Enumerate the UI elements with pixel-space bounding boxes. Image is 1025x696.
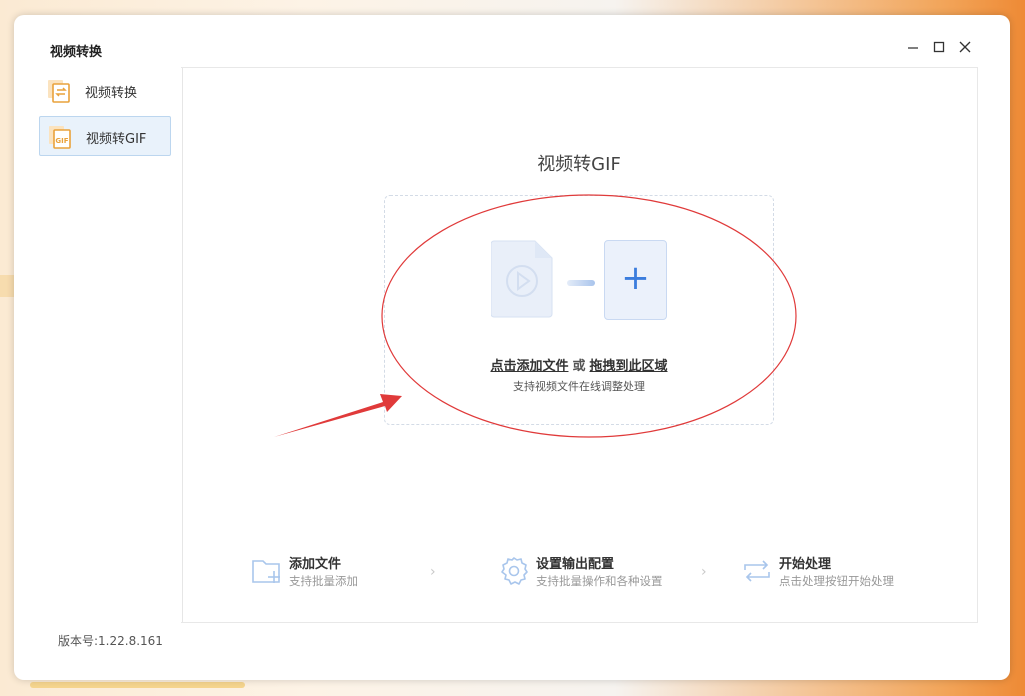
step-add-file: 添加文件 支持批量添加 <box>251 553 451 593</box>
main-panel: 视频转GIF + 点击添加文件或拖拽到此区域 支持视频文件在线调整处理 添加文件… <box>181 67 978 623</box>
title-bar: 视频转换 <box>14 15 1010 67</box>
gif-icon: GIF <box>48 125 72 149</box>
drag-here-link[interactable]: 拖拽到此区域 <box>590 359 668 374</box>
page-title: 视频转GIF <box>537 154 621 175</box>
sidebar-item-label: 视频转GIF <box>86 132 147 147</box>
background-accent <box>30 682 245 688</box>
step-title: 添加文件 <box>289 557 342 572</box>
plus-icon: + <box>621 258 650 298</box>
drop-instructions: 点击添加文件或拖拽到此区域 <box>385 355 773 374</box>
step-subtitle: 支持批量操作和各种设置 <box>536 574 663 588</box>
step-title: 开始处理 <box>779 557 832 572</box>
repeat-icon <box>741 555 773 587</box>
sidebar-item-label: 视频转换 <box>85 86 138 101</box>
file-drop-zone[interactable]: + 点击添加文件或拖拽到此区域 支持视频文件在线调整处理 <box>384 195 774 425</box>
app-window: 视频转换 视频转换 GIF 视频转GIF 视频转GIF + 点击添加文件 或 拖… <box>14 15 1010 680</box>
step-subtitle: 支持批量添加 <box>289 574 358 588</box>
sidebar: 视频转换 GIF 视频转GIF <box>32 67 183 622</box>
drop-hint: 支持视频文件在线调整处理 <box>513 380 645 393</box>
chevron-right-icon: › <box>430 564 436 580</box>
minimize-button[interactable] <box>906 40 920 54</box>
sidebar-item-video-to-gif[interactable]: GIF 视频转GIF <box>39 116 171 156</box>
or-label: 或 <box>572 359 586 374</box>
add-folder-icon <box>251 555 283 587</box>
step-subtitle: 点击处理按钮开始处理 <box>779 574 894 588</box>
background-accent <box>0 275 14 297</box>
chevron-right-icon: › <box>701 564 707 580</box>
sidebar-item-video-convert[interactable]: 视频转换 <box>39 71 169 109</box>
click-add-file-link[interactable]: 点击添加文件 <box>490 359 568 374</box>
video-file-icon <box>490 240 553 318</box>
step-settings: 设置输出配置 支持批量操作和各种设置 <box>498 553 718 593</box>
maximize-button[interactable] <box>932 40 946 54</box>
step-start: 开始处理 点击处理按钮开始处理 <box>741 553 941 593</box>
svg-text:GIF: GIF <box>55 137 68 145</box>
version-label: 版本号:1.22.8.161 <box>58 634 163 648</box>
step-title: 设置输出配置 <box>536 557 615 572</box>
video-convert-icon <box>47 79 71 103</box>
connector <box>567 280 595 286</box>
add-file-button[interactable]: + <box>604 240 667 320</box>
window-title: 视频转换 <box>50 45 103 60</box>
gear-icon <box>498 555 530 587</box>
close-button[interactable] <box>958 40 972 54</box>
